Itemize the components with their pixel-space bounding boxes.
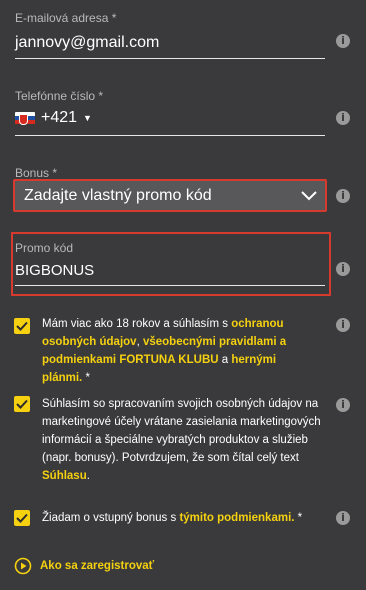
chevron-down-icon — [301, 191, 317, 201]
promo-label: Promo kód — [15, 241, 74, 255]
promo-underline — [15, 285, 325, 286]
consent-marketing-text-2: . — [86, 470, 90, 482]
consent-bonus-text: Žiadam o vstupný bonus s týmito podmienk… — [42, 509, 322, 527]
promo-info-icon[interactable]: i — [336, 262, 350, 276]
consent-age-text: Mám viac ako 18 rokov a súhlasím s ochra… — [42, 315, 318, 387]
consent-marketing-checkbox[interactable] — [14, 396, 30, 412]
consent-bonus-checkbox[interactable] — [14, 510, 30, 526]
checkmark-icon — [16, 513, 28, 523]
bonus-select[interactable]: Zadajte vlastný promo kód — [13, 179, 327, 212]
checkmark-icon — [16, 321, 28, 331]
consent-age-checkbox[interactable] — [14, 318, 30, 334]
bonus-selected-value: Zadajte vlastný promo kód — [24, 187, 212, 204]
promo-input[interactable]: BIGBONUS — [15, 262, 94, 279]
email-info-icon[interactable]: i — [336, 34, 350, 48]
checkmark-icon — [16, 399, 28, 409]
slovakia-flag-icon — [15, 111, 35, 125]
caret-down-icon: ▼ — [83, 113, 92, 123]
country-code: +421 — [41, 109, 78, 126]
consent-age-text-3: a — [218, 354, 232, 366]
phone-info-icon[interactable]: i — [336, 111, 350, 125]
play-circle-icon — [14, 557, 32, 575]
country-code-selector[interactable]: +421 ▼ — [15, 109, 92, 127]
email-label: E-mailová adresa * — [15, 11, 117, 25]
consent-age-text-4: * — [82, 372, 90, 384]
email-underline — [15, 58, 325, 59]
bonus-info-icon[interactable]: i — [336, 189, 350, 203]
consent-marketing-text-1: Súhlasím so spracovaním svojich osobných… — [42, 398, 321, 464]
consent-marketing-text: Súhlasím so spracovaním svojich osobných… — [42, 395, 322, 485]
consent-bonus-text-2: * — [294, 512, 303, 524]
consent-age-text-1: Mám viac ako 18 rokov a súhlasím s — [42, 318, 232, 330]
bonus-conditions-link[interactable]: týmito podmienkami. — [179, 512, 294, 524]
how-to-register-label: Ako sa zaregistrovať — [40, 560, 155, 572]
consent-bonus-text-1: Žiadam o vstupný bonus s — [42, 512, 180, 524]
phone-label: Telefónne číslo * — [15, 89, 104, 103]
consent-age-info-icon[interactable]: i — [336, 318, 350, 332]
bonus-label: Bonus * — [15, 166, 58, 180]
email-input[interactable]: jannovy@gmail.com — [15, 34, 159, 52]
consent-marketing-info-icon[interactable]: i — [336, 398, 350, 412]
phone-underline — [15, 135, 325, 136]
consent-link[interactable]: Súhlasu — [42, 470, 87, 482]
consent-bonus-info-icon[interactable]: i — [336, 511, 350, 525]
how-to-register-link[interactable]: Ako sa zaregistrovať — [14, 557, 154, 575]
